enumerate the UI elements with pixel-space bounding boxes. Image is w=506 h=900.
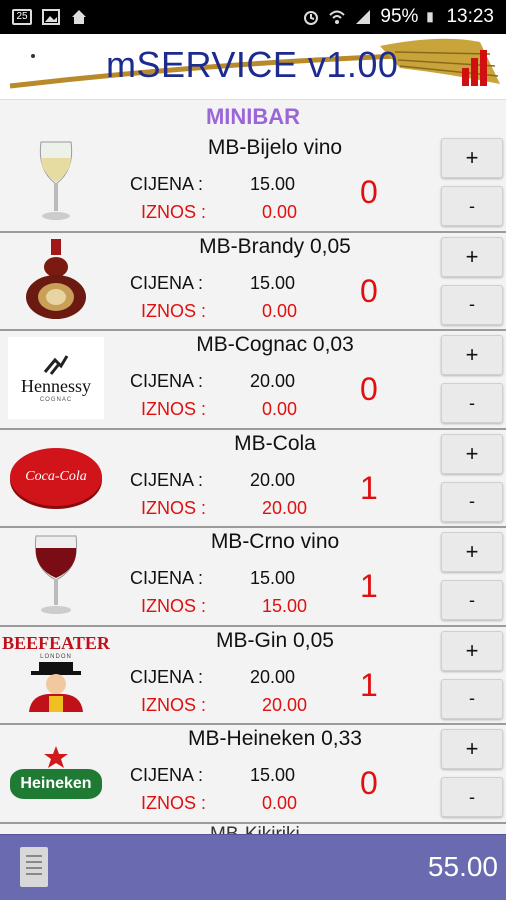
item-name: MB-Cola <box>234 431 316 455</box>
image-icon <box>42 9 60 25</box>
price-label: CIJENA : <box>130 666 204 687</box>
price-value: 20.00 <box>250 666 296 687</box>
decrease-button[interactable]: - <box>441 777 503 817</box>
list-item: MB-Crno vino CIJENA : 15.00 IZNOS : 15.0… <box>0 528 506 627</box>
price-value: 15.00 <box>250 272 296 293</box>
sim-icon: 25 <box>12 9 32 25</box>
price-value: 20.00 <box>250 371 296 391</box>
amount-value: 0.00 <box>262 202 298 222</box>
amount-label: IZNOS : <box>141 596 207 616</box>
price-label: CIJENA : <box>130 174 204 194</box>
white-wine-glass-image <box>8 140 104 222</box>
decrease-button[interactable]: - <box>441 580 503 620</box>
item-name: MB-Cognac 0,03 <box>196 333 354 356</box>
amount-value: 15.00 <box>262 596 308 616</box>
list-item: Heineken MB-Heineken 0,33 CIJENA : 15.00… <box>0 725 506 824</box>
menu-icon[interactable] <box>31 54 35 58</box>
decrease-button[interactable]: - <box>441 678 503 719</box>
item-name: MB-Brandy 0,05 <box>199 234 351 258</box>
quantity: 0 <box>360 272 378 309</box>
price-value: 15.00 <box>250 568 296 588</box>
app-header: mSERVICE v1.00 <box>0 34 506 100</box>
section-title: MINIBAR <box>205 104 301 129</box>
heineken-wordmark: Heineken <box>20 775 92 792</box>
hennessy-subtext: COGNAC <box>39 396 73 403</box>
quantity: 0 <box>360 371 378 407</box>
quantity: 0 <box>360 174 378 210</box>
list-item: Coca-Cola MB-Cola CIJENA : 20.00 IZNOS :… <box>0 430 506 528</box>
bar-chart-icon[interactable] <box>460 48 490 88</box>
increase-button[interactable]: + <box>441 335 503 375</box>
quantity: 1 <box>360 666 378 703</box>
home-icon <box>72 10 86 24</box>
minibar-list[interactable]: MB-Bijelo vino CIJENA : 15.00 IZNOS : 0.… <box>0 134 506 824</box>
increase-button[interactable]: + <box>441 138 503 178</box>
quantity: 1 <box>360 469 378 506</box>
amount-value: 0.00 <box>262 793 298 813</box>
price-value: 15.00 <box>250 174 296 194</box>
list-item: MB-Brandy 0,05 CIJENA : 15.00 IZNOS : 0.… <box>0 233 506 331</box>
amount-label: IZNOS : <box>141 497 207 518</box>
amount-value: 20.00 <box>262 694 308 715</box>
item-name: MB-Bijelo vino <box>207 136 343 159</box>
amount-value: 0.00 <box>262 300 298 321</box>
heineken-logo-image: Heineken <box>8 731 104 813</box>
brandy-bottle-image <box>8 238 104 321</box>
item-name: MB-Heineken 0,33 <box>188 727 362 750</box>
quantity: 0 <box>360 765 378 801</box>
hennessy-logo-image: Hennessy COGNAC <box>8 337 104 419</box>
increase-button[interactable]: + <box>441 630 503 671</box>
coca-cola-wordmark: Coca-Cola <box>25 468 87 484</box>
wifi-icon <box>329 10 346 24</box>
receipt-icon[interactable] <box>20 847 48 887</box>
app-title: mSERVICE v1.00 <box>106 44 399 85</box>
increase-button[interactable]: + <box>441 729 503 769</box>
total-amount: 55.00 <box>427 851 498 882</box>
amount-value: 20.00 <box>262 497 308 518</box>
list-item: Hennessy COGNAC MB-Cognac 0,03 CIJENA : … <box>0 331 506 430</box>
decrease-button[interactable]: - <box>441 481 503 522</box>
decrease-button[interactable]: - <box>441 186 503 226</box>
amount-label: IZNOS : <box>141 300 207 321</box>
price-value: 15.00 <box>250 765 296 785</box>
price-label: CIJENA : <box>130 272 204 293</box>
hennessy-wordmark: Hennessy <box>21 375 91 396</box>
coca-cola-cap-image: Coca-Cola <box>8 436 104 518</box>
alarm-icon <box>304 11 319 25</box>
decrease-button[interactable]: - <box>441 383 503 423</box>
beefeater-wordmark: BEEFEATER <box>2 632 110 653</box>
list-item: MB-Bijelo vino CIJENA : 15.00 IZNOS : 0.… <box>0 134 506 233</box>
amount-label: IZNOS : <box>141 793 207 813</box>
bottom-bar: 55.00 <box>0 834 506 900</box>
red-wine-glass-image <box>8 534 104 616</box>
price-label: CIJENA : <box>130 469 204 490</box>
amount-label: IZNOS : <box>141 202 207 222</box>
increase-button[interactable]: + <box>441 433 503 474</box>
clock: 13:23 <box>446 6 494 27</box>
increase-button[interactable]: + <box>441 236 503 277</box>
quantity: 1 <box>360 568 378 604</box>
amount-label: IZNOS : <box>141 399 207 419</box>
battery-percent: 95% <box>380 6 419 27</box>
signal-icon <box>356 10 371 24</box>
decrease-button[interactable]: - <box>441 284 503 325</box>
battery-icon <box>427 12 434 23</box>
status-bar: 25 95% 13:23 <box>0 0 506 34</box>
price-label: CIJENA : <box>130 765 204 785</box>
increase-button[interactable]: + <box>441 532 503 572</box>
amount-value: 0.00 <box>262 399 298 419</box>
price-label: CIJENA : <box>130 371 204 391</box>
amount-label: IZNOS : <box>141 694 207 715</box>
item-name: MB-Crno vino <box>210 530 340 553</box>
price-label: CIJENA : <box>130 568 204 588</box>
beefeater-logo-image: BEEFEATER LONDON <box>2 633 110 715</box>
item-name: MB-Gin 0,05 <box>216 628 334 652</box>
price-value: 20.00 <box>250 469 296 490</box>
list-item: BEEFEATER LONDON MB-Gin 0,05 CIJENA : 20… <box>0 627 506 725</box>
